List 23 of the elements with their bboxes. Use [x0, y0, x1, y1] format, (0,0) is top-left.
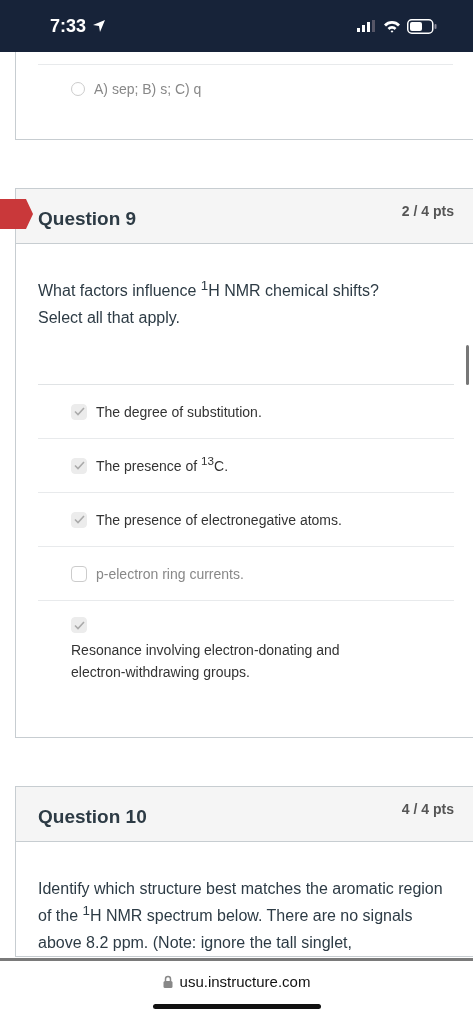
answer-option: p-electron ring currents.: [96, 565, 244, 582]
clock-time: 7:33: [50, 15, 87, 37]
points-score: 4 / 4 pts: [401, 800, 454, 819]
question-text: Identify which structure best matches the aromatic region of the $^{1}$H NMR spectrum below. There are no signals above 8.2 ppm. (Note: ignore the tall singlet,: [38, 879, 444, 953]
location-arrow-icon: [92, 19, 107, 33]
signal-icon: [357, 20, 377, 32]
checkbox[interactable]: [71, 565, 87, 582]
question-title: Question 10: [38, 805, 147, 828]
wifi-icon: [383, 19, 401, 33]
answer-option: The degree of substitution.: [96, 403, 262, 420]
url-text[interactable]: usu.instructure.com: [179, 973, 311, 990]
answer-option: The presence of $^{13}$C.: [96, 457, 229, 474]
scrollbar[interactable]: [466, 345, 469, 385]
answer-option: Resonance involving electron-donating and electron-withdrawing groups.: [71, 639, 371, 683]
question-text: Select all that apply.: [38, 308, 181, 328]
answer-option: The presence of electronegative atoms.: [96, 511, 342, 528]
points-score: 2 / 4 pts: [401, 202, 454, 221]
question-text: What factors influence $^{1}$H NMR chemical shifts?: [38, 277, 380, 301]
answer-option: A) sep; B) s; C) q: [94, 81, 202, 97]
battery-icon: [407, 18, 437, 34]
home-indicator[interactable]: [152, 1004, 321, 1009]
question-title: Question 9: [38, 207, 137, 230]
lock-icon: [162, 975, 173, 988]
